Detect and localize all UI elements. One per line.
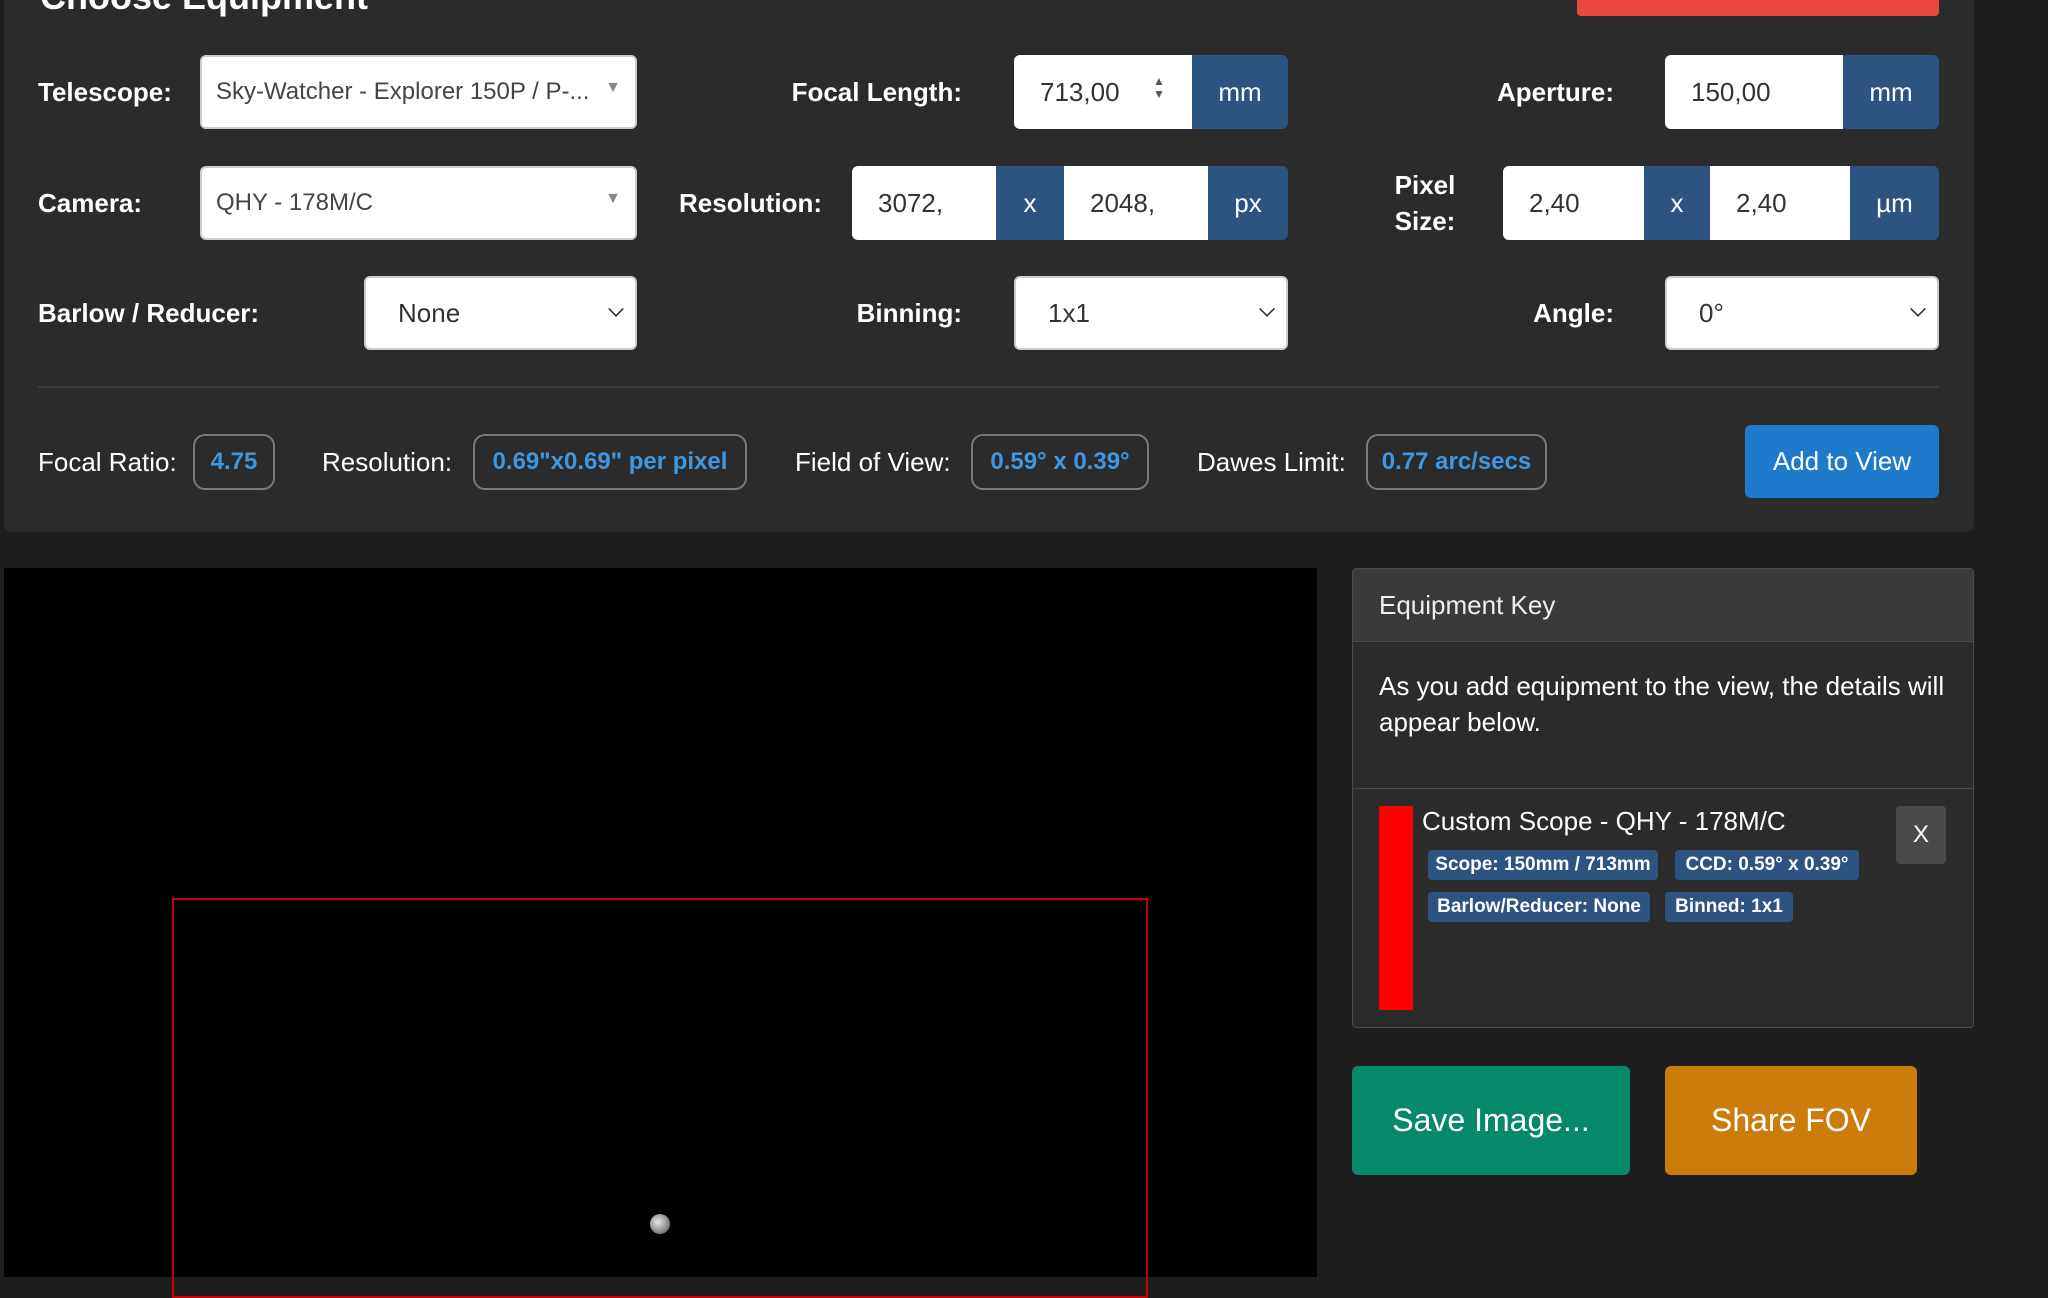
focal-length-label: Focal Length: [791,76,962,107]
focal-length-input[interactable]: 713,00 ▲ ▼ [1014,55,1192,129]
scope-tag: Scope: 150mm / 713mm [1428,850,1658,880]
barlow-value: None [398,297,461,328]
binned-tag: Binned: 1x1 [1665,892,1793,922]
pixel-size-label: Pixel Size: [1380,166,1470,240]
focal-ratio-value: 4.75 [193,434,275,490]
pixel-size-separator: x [1644,166,1710,240]
resolution-separator: x [996,166,1064,240]
barlow-label: Barlow / Reducer: [38,297,260,328]
focal-ratio-label: Focal Ratio: [38,446,177,477]
telescope-select[interactable]: Sky-Watcher - Explorer 150P / P-... ▼ [200,55,637,129]
barlow-tag: Barlow/Reducer: None [1428,892,1650,922]
add-to-view-button[interactable]: Add to View [1745,425,1939,498]
barlow-select[interactable]: None [364,276,637,350]
save-image-button[interactable]: Save Image... [1352,1066,1630,1175]
spinner-icon[interactable]: ▲ ▼ [1152,75,1166,105]
camera-label: Camera: [38,187,143,218]
dawes-label: Dawes Limit: [1197,446,1346,477]
pixel-size-label-line2: Size: [1394,206,1456,236]
chevron-down-icon [1259,301,1275,317]
telescope-label: Telescope: [38,76,172,107]
telescope-value: Sky-Watcher - Explorer 150P / P-... [216,78,590,105]
dropdown-arrow-icon: ▼ [605,79,621,96]
camera-select[interactable]: QHY - 178M/C ▼ [200,166,637,240]
ccd-tag: CCD: 0.59° x 0.39° [1675,850,1859,880]
fov-rectangle [172,898,1148,1298]
binning-select[interactable]: 1x1 [1014,276,1288,350]
pixel-width-input[interactable]: 2,40 [1503,166,1644,240]
resolution-label: Resolution: [679,187,822,218]
fov-value: 0.59° x 0.39° [971,434,1149,490]
focal-length-value: 713,00 [1040,76,1120,107]
resolution-height-input[interactable]: 2048, [1064,166,1208,240]
angle-value: 0° [1699,297,1724,328]
angle-label: Angle: [1533,297,1614,328]
chevron-down-icon [1910,301,1926,317]
binning-label: Binning: [856,297,962,328]
pixel-height-input[interactable]: 2,40 [1710,166,1850,240]
equipment-entry-title: Custom Scope - QHY - 178M/C [1422,806,1786,836]
aperture-input[interactable]: 150,00 [1665,55,1843,129]
dawes-value: 0.77 arc/secs [1366,434,1547,490]
fov-label: Field of View: [795,446,951,477]
panel-heading: Choose Equipment [40,0,368,18]
aperture-unit: mm [1843,55,1939,129]
equipment-key-description: As you add equipment to the view, the de… [1379,671,1945,737]
divider [1353,788,1973,789]
equipment-key-title: Equipment Key [1353,569,1973,642]
chevron-down-icon [608,301,624,317]
dropdown-arrow-icon: ▼ [605,190,621,207]
pixel-size-unit: µm [1850,166,1939,240]
resolution-width-input[interactable]: 3072, [852,166,996,240]
aperture-label: Aperture: [1496,76,1614,107]
resolution-stat-label: Resolution: [322,446,453,477]
focal-length-unit: mm [1192,55,1288,129]
share-fov-button[interactable]: Share FOV [1665,1066,1917,1175]
remove-equipment-button[interactable]: X [1896,806,1946,864]
pixel-size-label-line1: Pixel [1394,170,1456,200]
equipment-color-swatch [1379,806,1413,1010]
resolution-unit: px [1208,166,1288,240]
binning-value: 1x1 [1048,297,1090,328]
resolution-stat-value: 0.69"x0.69" per pixel [473,434,747,490]
camera-value: QHY - 178M/C [216,189,373,216]
top-action-button[interactable] [1577,0,1939,16]
angle-select[interactable]: 0° [1665,276,1939,350]
divider [38,386,1939,388]
planet-image [650,1214,670,1234]
